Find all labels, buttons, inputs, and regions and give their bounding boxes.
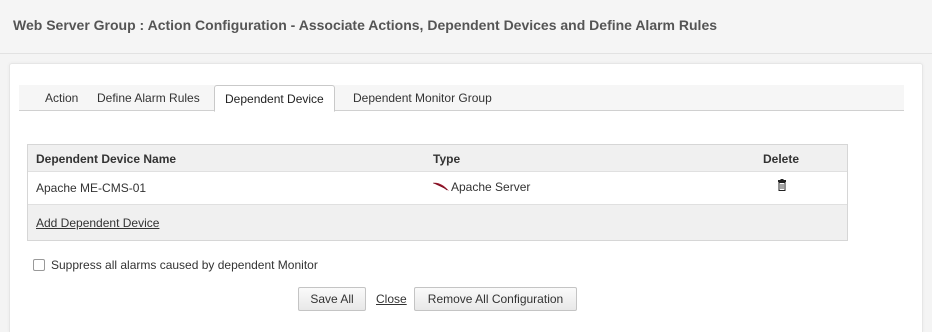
- page-header: Web Server Group : Action Configuration …: [0, 0, 932, 54]
- device-name-cell: Apache ME-CMS-01: [36, 181, 147, 195]
- suppress-alarms-checkbox[interactable]: [33, 259, 45, 271]
- table-header: Dependent Device Name Type Delete: [28, 145, 847, 172]
- column-header-name: Dependent Device Name: [36, 152, 177, 166]
- tab-action[interactable]: Action: [45, 85, 78, 111]
- close-link[interactable]: Close: [376, 292, 407, 306]
- suppress-alarms-label: Suppress all alarms caused by dependent …: [51, 258, 318, 272]
- config-panel: Action Define Alarm Rules Dependent Devi…: [9, 63, 923, 332]
- suppress-alarms-option[interactable]: Suppress all alarms caused by dependent …: [33, 258, 318, 272]
- table-row: Apache ME-CMS-01 Apache Server: [28, 172, 847, 205]
- column-header-delete: Delete: [763, 152, 800, 166]
- apache-feather-icon: [433, 182, 449, 191]
- device-type-label: Apache Server: [451, 180, 531, 194]
- tab-dependent-monitor-group[interactable]: Dependent Monitor Group: [353, 85, 492, 111]
- column-header-type: Type: [433, 152, 461, 166]
- tab-bar: Action Define Alarm Rules Dependent Devi…: [19, 85, 904, 112]
- tab-define-alarm-rules[interactable]: Define Alarm Rules: [97, 85, 200, 111]
- dependent-device-table: Dependent Device Name Type Delete Apache…: [27, 144, 848, 241]
- save-all-button[interactable]: Save All: [298, 287, 366, 311]
- page-title: Web Server Group : Action Configuration …: [13, 17, 718, 33]
- trash-icon[interactable]: [776, 179, 788, 191]
- tab-dependent-device[interactable]: Dependent Device: [214, 85, 335, 112]
- table-footer: Add Dependent Device: [28, 205, 847, 240]
- remove-all-configuration-button[interactable]: Remove All Configuration: [414, 287, 577, 311]
- add-dependent-device-link[interactable]: Add Dependent Device: [36, 216, 159, 230]
- device-type-cell: Apache Server: [433, 180, 530, 194]
